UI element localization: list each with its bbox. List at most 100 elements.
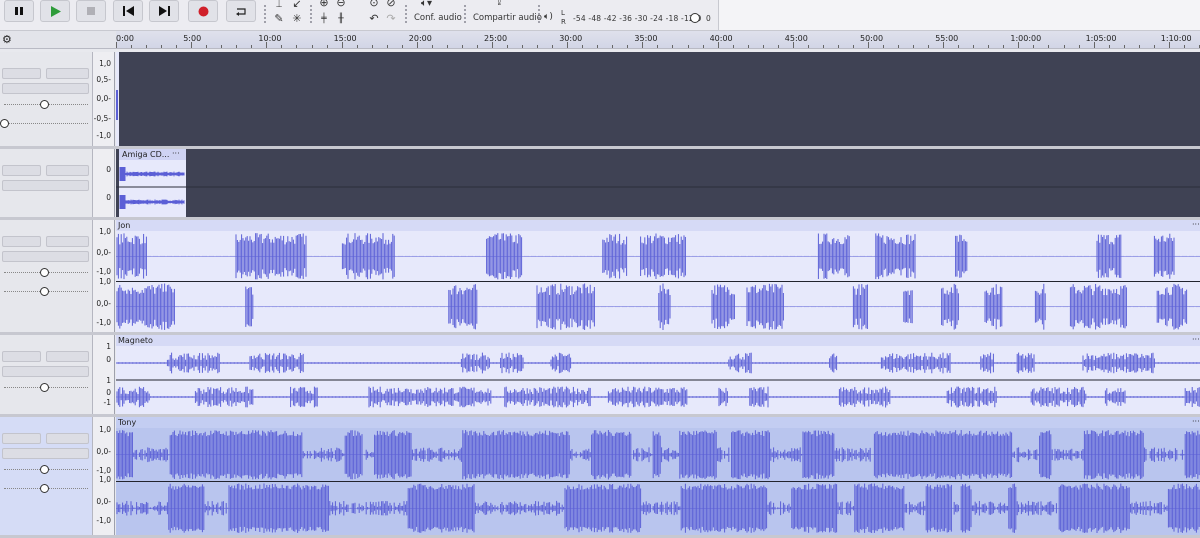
clip-name[interactable]: Jon: [116, 221, 130, 231]
track-jon[interactable]: 1,0 0,0- -1,0 1,0 0,0- -1,0 Jon ···: [0, 220, 1200, 332]
mute-button[interactable]: [2, 68, 41, 79]
clip-header[interactable]: [116, 335, 1200, 346]
clip-name[interactable]: Tony: [116, 418, 136, 428]
skip-to-end-button[interactable]: [149, 0, 179, 22]
pan-slider[interactable]: [0, 119, 88, 128]
play-button[interactable]: [40, 0, 70, 22]
toolbar-grip[interactable]: [404, 4, 408, 24]
clip-header[interactable]: [116, 220, 1200, 231]
pan-slider[interactable]: [4, 484, 88, 493]
pan-slider[interactable]: [4, 287, 88, 296]
loop-button[interactable]: [226, 0, 256, 22]
empty-track-region[interactable]: [116, 149, 1200, 217]
undo-button[interactable]: ↶: [366, 12, 382, 25]
solo-button[interactable]: [46, 351, 89, 362]
gain-slider[interactable]: [4, 100, 88, 109]
waveform-area[interactable]: [116, 220, 1200, 332]
pan-knob[interactable]: [40, 287, 49, 296]
clip-menu-icon[interactable]: ···: [1190, 335, 1200, 345]
track-control-panel[interactable]: [0, 149, 93, 217]
toolbar-grip[interactable]: [463, 4, 467, 24]
waveform-area[interactable]: [116, 149, 1200, 217]
envelope-tool-button[interactable]: ↙: [289, 0, 305, 10]
trim-button[interactable]: ╪: [316, 12, 332, 25]
silence-button[interactable]: ╫: [333, 12, 349, 25]
gain-slider[interactable]: [4, 383, 88, 392]
effects-button[interactable]: [2, 83, 89, 94]
track-name-row[interactable]: [2, 337, 92, 348]
gain-knob[interactable]: [40, 465, 49, 474]
toolbar-grip[interactable]: [537, 4, 541, 24]
playback-volume-knob[interactable]: [690, 13, 700, 23]
effects-button[interactable]: [2, 366, 89, 377]
zoom-out-button[interactable]: ⊖: [333, 0, 349, 9]
gain-knob[interactable]: [40, 268, 49, 277]
selection-tool-button[interactable]: ⌶: [271, 0, 287, 10]
effects-button[interactable]: [2, 180, 89, 191]
clip-menu-icon[interactable]: ···: [170, 149, 180, 159]
audio-clip[interactable]: [116, 220, 1200, 332]
clip-menu-icon[interactable]: ···: [1190, 220, 1200, 230]
gain-knob[interactable]: [40, 383, 49, 392]
redo-button[interactable]: ↷: [383, 12, 399, 25]
gain-slider[interactable]: [4, 465, 88, 474]
toolbar-grip[interactable]: [263, 4, 267, 24]
track-msica[interactable]: 0 0 Amiga CD... ···: [0, 149, 1200, 217]
record-button[interactable]: [188, 0, 218, 22]
pan-knob[interactable]: [40, 484, 49, 493]
track-name-row[interactable]: [2, 419, 92, 430]
waveform-area[interactable]: [116, 417, 1200, 535]
waveform-area[interactable]: [116, 335, 1200, 414]
stop-button[interactable]: [76, 0, 106, 22]
track-name-row[interactable]: [2, 222, 92, 233]
toolbar-grip[interactable]: [309, 4, 313, 24]
track-name-row[interactable]: [2, 151, 92, 162]
track-name-row[interactable]: [2, 54, 92, 65]
zoom-fit-selection-button[interactable]: ⊙: [366, 0, 382, 9]
gain-slider[interactable]: [4, 268, 88, 277]
solo-button[interactable]: [46, 68, 89, 79]
solo-button[interactable]: [46, 236, 89, 247]
zoom-in-button[interactable]: ⊕: [316, 0, 332, 9]
track-control-panel[interactable]: [0, 220, 93, 332]
mute-button[interactable]: [2, 433, 41, 444]
skip-to-start-button[interactable]: [113, 0, 143, 22]
vertical-scale[interactable]: 1 0 1 0 -1: [93, 335, 115, 414]
solo-button[interactable]: [46, 165, 89, 176]
track-sonidos[interactable]: 1,0 0,5- 0,0- -0,5- -1,0: [0, 52, 1200, 146]
vertical-scale[interactable]: 00: [93, 149, 115, 217]
mute-button[interactable]: [2, 351, 41, 362]
clip-name[interactable]: Amiga CD...: [120, 150, 169, 160]
mute-button[interactable]: [2, 165, 41, 176]
mute-button[interactable]: [2, 236, 41, 247]
effects-button[interactable]: [2, 251, 89, 262]
draw-tool-button[interactable]: ✎: [271, 12, 287, 25]
pan-knob[interactable]: [0, 119, 9, 128]
clip-menu-icon[interactable]: ···: [1190, 417, 1200, 427]
timeline-options-button[interactable]: ⚙: [2, 33, 16, 46]
clip-name[interactable]: Magneto: [116, 336, 153, 346]
playback-meter-scale[interactable]: -54 -48 -42 -36 -30 -24 -18 -12 0: [573, 14, 701, 23]
timeline-ruler[interactable]: ⚙ 0:00 5:00 10:00 15:00 20:00 25:00 30:00 35:00…: [0, 31, 1200, 49]
zoom-toggle-button[interactable]: ⊘: [383, 0, 399, 9]
effects-button[interactable]: [2, 448, 89, 459]
track-magneto[interactable]: 1 0 1 0 -1 Magneto ···: [0, 335, 1200, 414]
audio-setup-button[interactable]: 🔈︎▾ Conf. audio: [411, 0, 462, 27]
waveform-area[interactable]: [116, 52, 1200, 146]
track-control-panel[interactable]: [0, 417, 93, 535]
multi-tool-button[interactable]: ✳: [289, 12, 305, 25]
audio-clip[interactable]: [116, 335, 1200, 414]
track-control-panel[interactable]: [0, 335, 93, 414]
solo-button[interactable]: [46, 433, 89, 444]
track-control-panel[interactable]: [0, 52, 93, 146]
empty-track-region[interactable]: [116, 52, 1200, 146]
pause-button[interactable]: [4, 0, 34, 22]
vertical-scale[interactable]: 1,0 0,0- -1,0 1,0 0,0- -1,0: [93, 417, 115, 535]
gain-knob[interactable]: [40, 100, 49, 109]
audio-clip[interactable]: [116, 417, 1200, 535]
clip-header[interactable]: [116, 417, 1200, 428]
ruler-strip[interactable]: 0:00 5:00 10:00 15:00 20:00 25:00 30:00 35:00 40…: [116, 31, 1200, 48]
vertical-scale[interactable]: 1,0 0,5- 0,0- -0,5- -1,0: [93, 52, 115, 146]
track-tony[interactable]: 1,0 0,0- -1,0 1,0 0,0- -1,0 Tony ···: [0, 417, 1200, 535]
vertical-scale[interactable]: 1,0 0,0- -1,0 1,0 0,0- -1,0: [93, 220, 115, 332]
